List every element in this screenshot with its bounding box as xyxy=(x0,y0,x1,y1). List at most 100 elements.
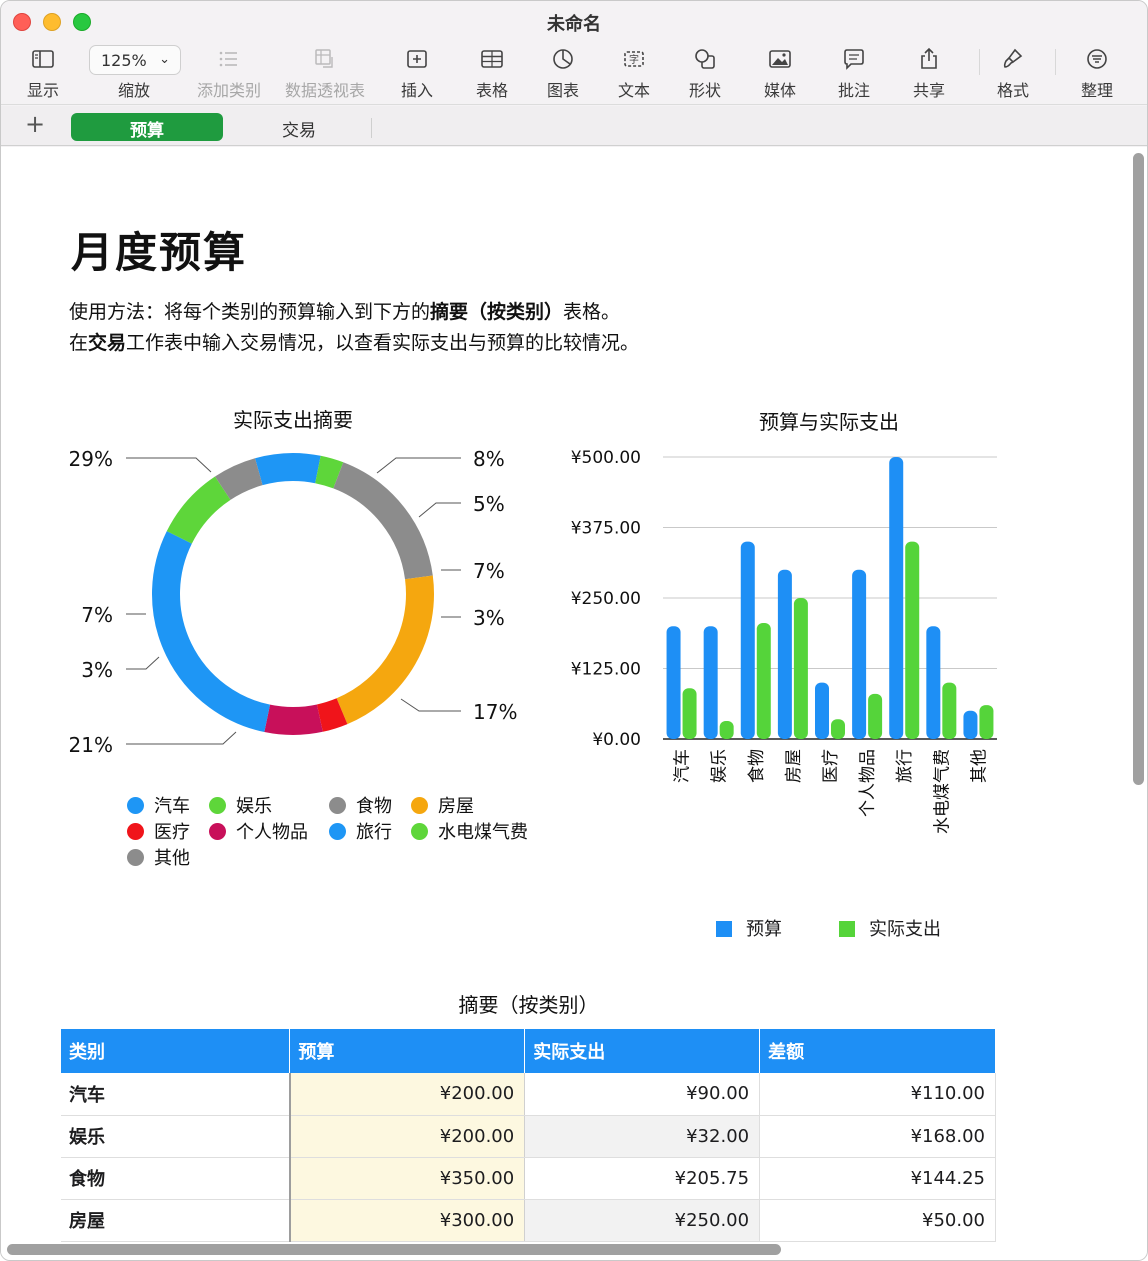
pie-slice-4[interactable] xyxy=(316,698,348,732)
legend-swatch xyxy=(127,849,144,866)
x-tick-label: 房屋 xyxy=(784,749,804,783)
difference-cell[interactable]: ¥50.00 xyxy=(759,1199,996,1242)
budget-cell[interactable]: ¥200.00 xyxy=(289,1073,526,1116)
pie-slice-6[interactable] xyxy=(152,531,271,733)
horizontal-scrollbar[interactable] xyxy=(7,1244,781,1255)
zoom-select[interactable]: 125% ⌄ xyxy=(89,45,181,75)
y-tick-label: ¥0.00 xyxy=(592,730,641,750)
pie-slice-5[interactable] xyxy=(264,704,323,735)
bar-actual[interactable] xyxy=(756,622,771,739)
svg-text:字: 字 xyxy=(629,53,639,66)
category-cell[interactable]: 汽车 xyxy=(61,1073,291,1116)
x-tick-label: 旅行 xyxy=(895,749,915,783)
instruction-text: 使用方法：将每个类别的预算输入到下方的 xyxy=(69,301,431,323)
view-button[interactable]: 显示 xyxy=(1,41,88,103)
pie-percent-label: 7% xyxy=(473,559,505,583)
instruction-bold: 交易 xyxy=(88,332,127,354)
category-cell[interactable]: 娱乐 xyxy=(61,1115,291,1158)
table-icon xyxy=(481,50,503,68)
share-button[interactable]: 共享 xyxy=(884,41,974,103)
organize-button[interactable]: 整理 xyxy=(1052,41,1142,103)
bar-budget[interactable] xyxy=(963,710,978,739)
pie-leader-line xyxy=(400,698,461,712)
bar-actual[interactable] xyxy=(719,720,734,739)
category-cell[interactable]: 房屋 xyxy=(61,1199,291,1242)
y-tick-label: ¥125.00 xyxy=(571,660,641,680)
tab-budget[interactable]: 预算 xyxy=(71,113,223,141)
bar-actual[interactable] xyxy=(793,598,808,739)
add-category-button[interactable]: 添加类别 xyxy=(184,41,274,103)
pie-slice-8[interactable] xyxy=(215,458,263,501)
bar-actual[interactable] xyxy=(868,693,883,739)
column-header[interactable]: 类别 xyxy=(61,1029,291,1073)
category-cell[interactable]: 食物 xyxy=(61,1157,291,1200)
bar-actual[interactable] xyxy=(831,719,845,739)
actual-cell[interactable]: ¥250.00 xyxy=(524,1199,761,1242)
pie-slice-2[interactable] xyxy=(332,462,433,580)
bar-actual[interactable] xyxy=(942,682,957,739)
pie-chart-icon xyxy=(553,49,573,69)
add-sheet-button[interactable]: + xyxy=(25,110,45,138)
budget-cell[interactable]: ¥350.00 xyxy=(289,1157,526,1200)
pie-percent-label: 8% xyxy=(473,447,505,471)
tab-transactions[interactable]: 交易 xyxy=(223,113,375,141)
instruction-bold: 摘要（按类别） xyxy=(430,301,564,323)
bar-budget[interactable] xyxy=(926,626,941,739)
bar-actual[interactable] xyxy=(905,541,920,739)
comment-icon xyxy=(844,49,864,70)
sheet-canvas[interactable]: 月度预算 使用方法：将每个类别的预算输入到下方的摘要（按类别）表格。 在交易工作… xyxy=(1,147,1147,1260)
column-header[interactable]: 差额 xyxy=(759,1029,996,1073)
window-title: 未命名 xyxy=(547,14,601,35)
bar-actual[interactable] xyxy=(979,705,994,739)
paintbrush-icon xyxy=(1003,48,1023,68)
table-row: 娱乐 ¥200.00 ¥32.00 ¥168.00 xyxy=(61,1115,996,1158)
column-header[interactable]: 预算 xyxy=(289,1029,526,1073)
legend-swatch xyxy=(329,823,346,840)
budget-cell[interactable]: ¥200.00 xyxy=(289,1115,526,1158)
difference-cell[interactable]: ¥110.00 xyxy=(759,1073,996,1116)
bar-budget[interactable] xyxy=(852,569,867,739)
column-header[interactable]: 实际支出 xyxy=(524,1029,761,1073)
pie-slice-0[interactable] xyxy=(255,453,321,486)
legend-label: 旅行 xyxy=(356,822,392,843)
actual-cell[interactable]: ¥90.00 xyxy=(524,1073,761,1116)
difference-cell[interactable]: ¥168.00 xyxy=(759,1115,996,1158)
table-row: 房屋 ¥300.00 ¥250.00 ¥50.00 xyxy=(61,1199,996,1242)
legend-swatch xyxy=(209,797,226,814)
budget-cell[interactable]: ¥300.00 xyxy=(289,1199,526,1242)
vertical-scrollbar[interactable] xyxy=(1133,153,1144,785)
pie-slice-7[interactable] xyxy=(166,476,231,544)
sidebar-icon xyxy=(32,50,54,68)
table-row: 食物 ¥350.00 ¥205.75 ¥144.25 xyxy=(61,1157,996,1200)
actual-cell[interactable]: ¥32.00 xyxy=(524,1115,761,1158)
bar-budget[interactable] xyxy=(815,682,829,739)
bar-budget[interactable] xyxy=(740,541,755,739)
legend-swatch xyxy=(716,921,732,937)
bar-chart[interactable]: ¥500.00 ¥375.00 ¥250.00 ¥125.00 ¥0.00 汽车 娱乐 食物房… xyxy=(561,437,1011,857)
bar-budget[interactable] xyxy=(703,626,718,739)
zoom-label: 缩放 xyxy=(117,81,150,100)
legend-item: 娱乐 xyxy=(209,792,272,818)
actual-cell[interactable]: ¥205.75 xyxy=(524,1157,761,1200)
bar-budget[interactable] xyxy=(777,569,792,739)
legend-label: 食物 xyxy=(356,796,392,817)
pie-percent-label: 7% xyxy=(81,603,113,627)
legend-swatch xyxy=(839,921,855,937)
bar-budget[interactable] xyxy=(889,457,904,739)
pie-chart[interactable]: 29% 8% 5% 7% 3% 17% 21% 3% 7% xyxy=(1,437,561,767)
pie-slice-1[interactable] xyxy=(314,455,344,489)
pie-percent-label: 5% xyxy=(473,492,505,516)
bar-budget[interactable] xyxy=(666,626,681,739)
difference-cell[interactable]: ¥144.25 xyxy=(759,1157,996,1200)
bar-actual[interactable] xyxy=(682,688,697,739)
pie-slice-3[interactable] xyxy=(336,575,434,725)
legend-item: 食物 xyxy=(329,792,392,818)
page-title: 月度预算 xyxy=(71,228,248,277)
format-button[interactable]: 格式 xyxy=(968,41,1058,103)
pie-leader-line xyxy=(418,502,461,518)
legend-label: 水电煤气费 xyxy=(438,822,528,843)
pivot-table-button[interactable]: 数据透视表 xyxy=(280,41,370,103)
summary-table[interactable]: 类别 预算 实际支出 差额 汽车 ¥200.00 ¥90.00 ¥110.00 … xyxy=(61,1029,996,1242)
shape-icon xyxy=(695,49,715,69)
legend-label: 娱乐 xyxy=(236,796,272,817)
